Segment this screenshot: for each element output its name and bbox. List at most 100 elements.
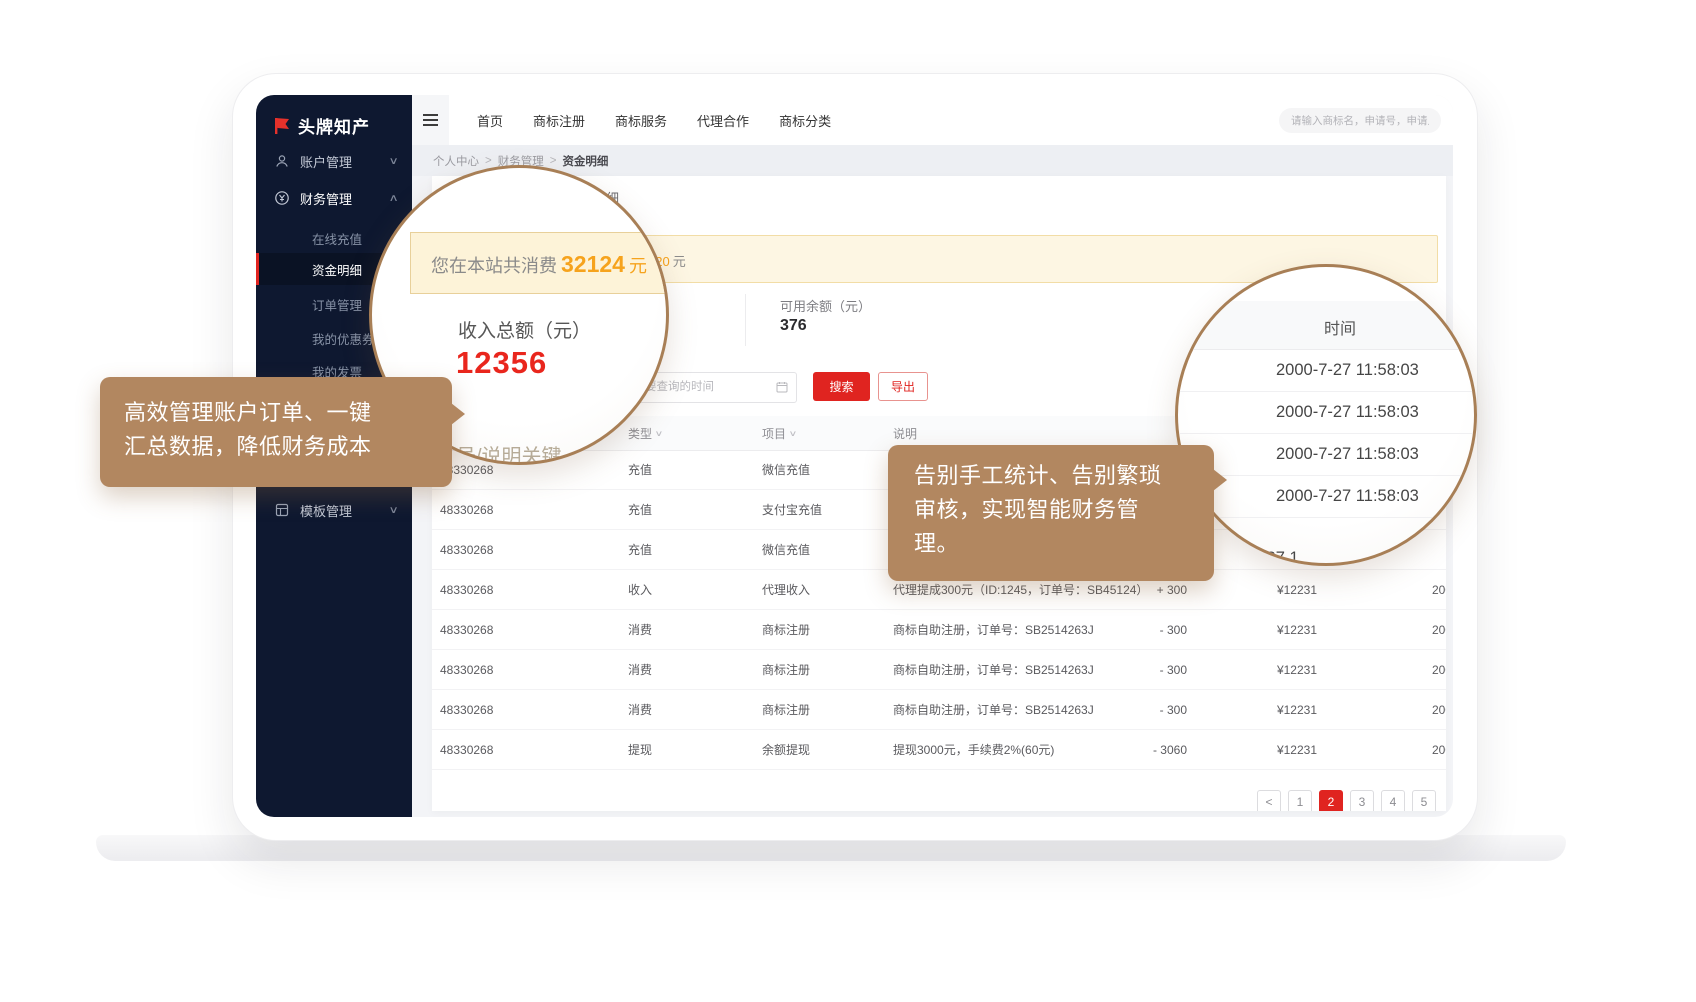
magnifier-right: 时间 2000-7-27 11:58:03 2000-7-27 11:58:03… [1175,264,1477,566]
breadcrumb-separator: > [550,155,557,167]
sidebar-subitem-label: 我的优惠券 [312,329,375,348]
tooltip-arrow-icon [1213,469,1227,491]
logo-flag-icon [272,116,292,136]
cell-type: 消费 [628,610,748,649]
nav-item-agent-cooperation[interactable]: 代理合作 [697,111,749,130]
sidebar-subitem-label: 资金明细 [312,260,362,279]
nav-item-home[interactable]: 首页 [477,111,503,130]
pagination-page-button[interactable]: 3 [1350,790,1374,811]
cell-balance: ¥12231 [1222,570,1317,609]
sidebar-item-template[interactable]: 模板管理 ∨ [256,495,412,525]
cell-balance: ¥12231 [1222,650,1317,689]
cell-amount: - 300 [1092,690,1187,729]
stat-balance-value: 376 [780,317,807,335]
cell-project: 商标注册 [762,610,882,649]
tooltip-text-line: 告别手工统计、告别繁琐 [914,459,1214,493]
cell-project: 微信充值 [762,450,882,489]
cell-time [1432,530,1446,569]
cell-balance: ¥12231 [1222,610,1317,649]
chevron-down-icon: ∨ [388,505,398,516]
nav-item-trademark-register[interactable]: 商标注册 [533,111,585,130]
cell-type: 充值 [628,530,748,569]
nav-item-trademark-category[interactable]: 商标分类 [779,111,831,130]
cell-order: 48330268 [440,610,610,649]
magnified-time-row: 2000-7-27 11:58:03 [1178,349,1474,392]
sidebar-subitem-label: 在线充值 [312,229,362,248]
cell-time: 2000-7-27 11:58:03 [1432,650,1446,689]
export-button[interactable]: 导出 [878,372,928,401]
breadcrumb-item-current: 资金明细 [562,153,608,169]
cell-type: 收入 [628,570,748,609]
sort-caret-icon: ∨ [789,429,798,438]
sidebar-item-account[interactable]: 账户管理 ∨ [256,146,412,176]
breadcrumb-item[interactable]: 个人中心 [433,153,479,169]
pagination-page-button-active[interactable]: 2 [1319,790,1343,811]
breadcrumb: 个人中心 > 财务管理 > 资金明细 [412,145,1453,176]
table-row: 48330268 消费 商标注册 商标自助注册，订单号：SB2514263J -… [432,610,1446,650]
chevron-up-icon: ∧ [388,193,398,204]
table-row: 48330268 消费 商标注册 商标自助注册，订单号：SB2514263J -… [432,690,1446,730]
topbar-search-input[interactable] [1279,108,1441,133]
magnified-income-label: 收入总额（元） [458,316,591,343]
cell-balance: ¥12231 [1222,690,1317,729]
magnified-banner-text: 您在本站共消费32124元 [431,251,647,278]
cell-type: 充值 [628,450,748,489]
cell-project: 余额提现 [762,730,882,769]
cell-order: 48330268 [440,530,610,569]
cell-type: 消费 [628,690,748,729]
logo: 头牌知产 [272,113,370,138]
sidebar-item-label: 模板管理 [300,501,352,520]
hamburger-menu-icon[interactable] [412,95,449,145]
nav-item-trademark-service[interactable]: 商标服务 [615,111,667,130]
tooltip-text-line: 高效管理账户订单、一键 [124,396,452,430]
search-button[interactable]: 搜索 [813,372,870,401]
cell-project: 商标注册 [762,690,882,729]
stat-divider [745,294,746,346]
magnified-time-row: 2000-7-27 11:58:03 [1178,391,1474,434]
cell-order: 48330268 [440,650,610,689]
cell-balance: ¥12231 [1222,730,1317,769]
cell-amount: - 300 [1092,610,1187,649]
stat-balance-label: 可用余额（元） [780,296,871,315]
cell-type: 消费 [628,650,748,689]
pagination-page-button[interactable]: 1 [1288,790,1312,811]
cell-type: 充值 [628,490,748,529]
cell-time: 2000-7-27 11:58:03 [1432,570,1446,609]
pagination-page-button[interactable]: 5 [1412,790,1436,811]
chevron-down-icon: ∨ [388,156,398,167]
tooltip-text-line: 汇总数据，降低财务成本 [124,430,452,464]
calendar-icon [776,381,788,393]
cell-type: 提现 [628,730,748,769]
sidebar-subitem-label: 订单管理 [312,295,362,314]
header-type[interactable]: 类型∨ [628,416,748,450]
logo-text: 头牌知产 [298,113,370,138]
tooltip-left: 高效管理账户订单、一键 汇总数据，降低财务成本 [100,377,452,487]
sort-caret-icon: ∨ [655,429,664,438]
cell-project: 支付宝充值 [762,490,882,529]
table-row: 48330268 提现 余额提现 提现3000元，手续费2%(60元) - 30… [432,730,1446,770]
cell-project: 微信充值 [762,530,882,569]
cell-order: 48330268 [440,690,610,729]
topbar: 首页 商标注册 商标服务 代理合作 商标分类 [412,95,1453,146]
cell-time: 2000-7-27 11:58:03 [1432,730,1446,769]
template-icon [274,502,290,518]
tooltip-text-line: 审核，实现智能财务管 [914,493,1214,527]
table-row: 48330268 消费 商标注册 商标自助注册，订单号：SB2514263J -… [432,650,1446,690]
sidebar-item-label: 账户管理 [300,152,352,171]
cell-amount: - 300 [1092,650,1187,689]
magnified-income-value: 12356 [456,345,547,381]
header-project[interactable]: 项目∨ [762,416,882,450]
cell-project: 商标注册 [762,650,882,689]
sidebar-item-finance[interactable]: 财务管理 ∧ [256,183,412,213]
magnified-banner: 您在本站共消费32124元 [410,232,669,294]
cell-order: 48330268 [440,570,610,609]
top-nav: 首页 商标注册 商标服务 代理合作 商标分类 [477,95,831,145]
pagination: < 1 2 3 4 5 [1257,790,1436,811]
tooltip-right: 告别手工统计、告别繁琐 审核，实现智能财务管 理。 [888,445,1214,581]
breadcrumb-separator: > [485,155,492,167]
user-icon [274,153,290,169]
cell-time: 2000-7-27 11:58:03 [1432,610,1446,649]
pagination-page-button[interactable]: 4 [1381,790,1405,811]
pagination-prev-button[interactable]: < [1257,790,1281,811]
sidebar-item-label: 财务管理 [300,189,352,208]
